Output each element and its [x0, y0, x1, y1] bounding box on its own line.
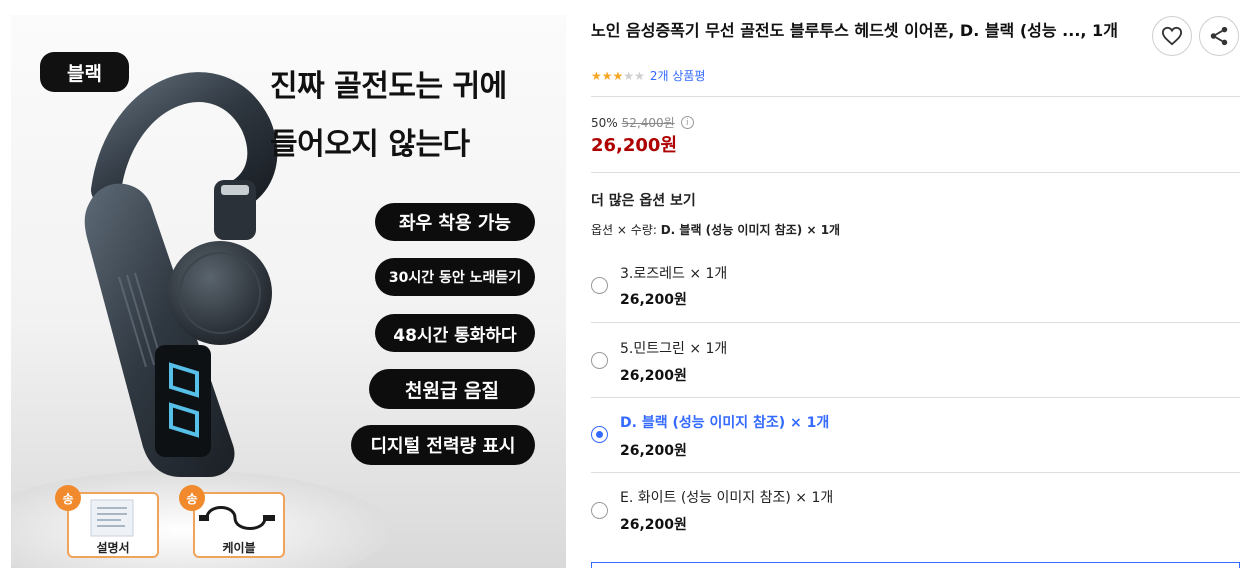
hero-headline: 진짜 골전도는 귀에 들어오지 않는다 — [270, 58, 560, 174]
option-price: 26,200원 — [620, 443, 687, 459]
feature-pill-3: 48시간 통화하다 — [375, 314, 535, 352]
option-radio[interactable] — [591, 502, 608, 519]
sale-price: 26,200원 — [591, 135, 678, 156]
option-name: 5.민트그린 × 1개 — [620, 341, 728, 357]
star-filled-icon: ★ — [591, 68, 602, 83]
option-row-black[interactable]: D. 블랙 (성능 이미지 참조) × 1개 26,200원 — [591, 398, 1240, 473]
accessory-badge-cable: 송 — [179, 485, 205, 511]
divider — [591, 172, 1240, 173]
option-row-white[interactable]: E. 화이트 (성능 이미지 참조) × 1개 26,200원 — [591, 473, 1240, 548]
star-filled-icon: ★ — [612, 68, 624, 83]
more-options-heading: 더 많은 옵션 보기 — [591, 193, 696, 209]
discount-line: 50% 52,400원 i — [591, 114, 694, 131]
selected-summary-value: D. 블랙 (성능 이미지 참조) × 1개 — [660, 223, 841, 237]
option-price: 26,200원 — [620, 517, 687, 533]
selected-summary-prefix: 옵션 × 수량: — [591, 223, 657, 237]
product-image[interactable]: 블랙 진짜 골전도는 귀에 들어오지 않는다 좌우 착용 가능 30시간 동안 … — [11, 15, 566, 568]
selected-option-summary: 옵션 × 수량: D. 블랙 (성능 이미지 참조) × 1개 — [591, 221, 840, 238]
star-empty-icon: ★ — [634, 68, 645, 83]
option-row-mint-green[interactable]: 5.민트그린 × 1개 26,200원 — [591, 323, 1240, 398]
feature-pill-1: 좌우 착용 가능 — [375, 203, 535, 241]
option-name: E. 화이트 (성능 이미지 참조) × 1개 — [620, 490, 834, 506]
color-badge: 블랙 — [40, 52, 129, 92]
option-name: 3.로즈레드 × 1개 — [620, 266, 728, 282]
divider — [591, 96, 1240, 97]
option-radio-selected[interactable] — [591, 426, 608, 443]
wishlist-button[interactable] — [1152, 16, 1192, 56]
star-empty-icon: ★ — [623, 68, 635, 83]
accessory-label-manual: 설명서 — [96, 541, 130, 555]
info-icon[interactable]: i — [680, 116, 694, 129]
star-filled-icon: ★ — [601, 68, 613, 83]
headline-line-1: 진짜 골전도는 귀에 — [270, 69, 507, 104]
feature-pill-2: 30시간 동안 노래듣기 — [375, 258, 535, 296]
manual-icon — [90, 499, 134, 537]
rating[interactable]: ★ ★ ★ ★ ★ 2개 상품평 — [591, 67, 705, 84]
accessory-badge-manual: 송 — [55, 485, 81, 511]
feature-pill-4: 천원급 음질 — [369, 369, 535, 409]
headline-line-2: 들어오지 않는다 — [270, 127, 470, 162]
option-radio[interactable] — [591, 277, 608, 294]
quantity-panel-edge — [591, 562, 1240, 568]
feature-pill-5: 디지털 전력량 표시 — [351, 425, 535, 465]
cable-icon — [199, 506, 275, 530]
option-row-rose-red[interactable]: 3.로즈레드 × 1개 26,200원 — [591, 248, 1240, 323]
discount-rate: 50% — [591, 115, 618, 130]
product-title: 노인 음성증폭기 무선 골전도 블루투스 헤드셋 이어폰, D. 블랙 (성능 … — [591, 21, 1118, 40]
share-button[interactable] — [1199, 16, 1239, 56]
original-price: 52,400원 — [621, 116, 675, 130]
option-price: 26,200원 — [620, 292, 687, 308]
option-price: 26,200원 — [620, 368, 687, 384]
heart-icon — [1161, 26, 1183, 46]
review-count-link[interactable]: 2개 상품평 — [650, 67, 706, 84]
accessory-label-cable: 케이블 — [222, 541, 256, 555]
option-name-selected: D. 블랙 (성능 이미지 참조) × 1개 — [620, 415, 830, 431]
share-icon — [1210, 26, 1228, 46]
option-radio[interactable] — [591, 352, 608, 369]
